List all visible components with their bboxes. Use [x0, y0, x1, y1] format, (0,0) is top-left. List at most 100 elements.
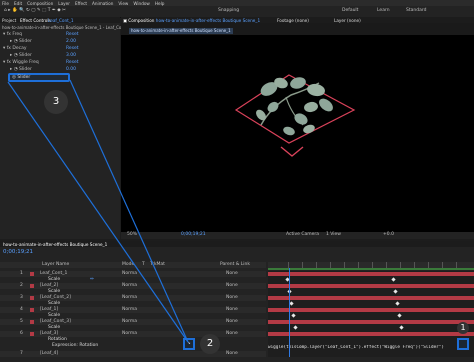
parent-dropdown[interactable]: None	[226, 295, 238, 301]
mode-dropdown[interactable]: Norma	[122, 331, 137, 337]
camera-dropdown[interactable]: Active Camera	[286, 232, 319, 238]
expression-editor[interactable]: wiggle(thisComp.layer("Leaf_Cont_1").eff…	[268, 345, 474, 353]
tab-layer[interactable]: Layer (none)	[334, 18, 361, 23]
pick-whip-button[interactable]: ↘	[183, 338, 195, 350]
comp-viewer[interactable]	[121, 35, 474, 232]
menu-effect[interactable]: Effect	[75, 1, 87, 6]
mode-dropdown[interactable]: Norma	[122, 271, 137, 277]
layer-name[interactable]: Leaf_Cont_1	[40, 271, 67, 277]
label-color[interactable]	[30, 296, 34, 300]
slider-row[interactable]: ▸ ◔ Slider	[10, 39, 32, 45]
tool-icons[interactable]: ⌂ ▸ ✋ 🔍 ↻ ▢ ✎ ⬚ T ✒ ◆ ✂	[4, 8, 66, 14]
menu-view[interactable]: View	[118, 1, 128, 6]
workspace-default[interactable]: Default	[342, 8, 358, 14]
menu-composition[interactable]: Composition	[27, 1, 53, 6]
menu-file[interactable]: File	[2, 1, 9, 6]
parent-dropdown[interactable]: None	[226, 283, 238, 289]
slider-value[interactable]: 3.00	[66, 53, 76, 59]
effect-row-freq[interactable]: ▾ fx Freq	[3, 32, 22, 38]
property-name[interactable]: Scale	[48, 325, 60, 331]
layer-name[interactable]: [Leaf_Cont_3]	[40, 319, 71, 325]
expression-row[interactable]: Expression: Rotation	[0, 343, 266, 349]
playhead[interactable]	[289, 268, 290, 357]
keyframe[interactable]	[393, 289, 398, 294]
layer-bar[interactable]	[268, 284, 474, 288]
column-parent[interactable]: Parent & Link	[220, 262, 250, 268]
keyframe[interactable]	[397, 313, 402, 318]
tab-composition[interactable]: ▣ Composition how-to-animate-in-after-ef…	[123, 18, 260, 23]
layer-bar[interactable]	[268, 320, 474, 324]
highlighted-slider-row[interactable]: ◎ Slider	[8, 73, 70, 82]
tab-timeline[interactable]: how-to-animate-in-after-effects Boutique…	[3, 242, 107, 247]
layer-name[interactable]: [Leaf_4]	[40, 351, 58, 357]
tab-effect-controls[interactable]: Effect Controls	[20, 18, 51, 23]
views-dropdown[interactable]: 1 View	[326, 232, 341, 238]
mode-dropdown[interactable]: Norma	[122, 307, 137, 313]
property-name[interactable]: Scale	[48, 277, 60, 283]
reset-button[interactable]: Reset	[66, 46, 79, 52]
slider-row[interactable]: ▸ ◔ Slider	[10, 53, 32, 59]
composition-subtab[interactable]: how-to-animate-in-after-effects Boutique…	[129, 28, 233, 34]
label-color[interactable]	[30, 308, 34, 312]
mode-dropdown[interactable]: Norma	[122, 319, 137, 325]
reset-button[interactable]: Reset	[66, 60, 79, 66]
property-name[interactable]: Rotation	[48, 337, 67, 343]
label-color[interactable]	[30, 332, 34, 336]
keyframe[interactable]	[293, 325, 298, 330]
exposure-value[interactable]: +0.0	[383, 232, 394, 238]
snapping-toggle[interactable]: Snapping	[218, 8, 239, 14]
property-name[interactable]: Scale	[48, 289, 60, 295]
parent-dropdown[interactable]: None	[226, 331, 238, 337]
reset-button[interactable]: Reset	[66, 32, 79, 38]
keyframe[interactable]	[395, 301, 400, 306]
column-mode[interactable]: Mode	[122, 262, 134, 268]
keyframe[interactable]	[289, 301, 294, 306]
keyframe[interactable]	[291, 313, 296, 318]
layer-bar[interactable]	[268, 332, 474, 336]
layer-name[interactable]: [Leaf_3]	[40, 331, 58, 337]
work-area-bar[interactable]	[268, 268, 474, 270]
layer-bar[interactable]	[268, 308, 474, 312]
menu-edit[interactable]: Edit	[14, 1, 22, 6]
label-color[interactable]	[30, 284, 34, 288]
keyframe[interactable]	[391, 277, 396, 282]
parent-dropdown[interactable]: None	[226, 307, 238, 313]
menu-window[interactable]: Window	[133, 1, 150, 6]
column-layer-name[interactable]: Layer Name	[42, 262, 69, 268]
highlighted-target[interactable]	[457, 338, 469, 350]
layer-name[interactable]: [Leaf_1]	[40, 307, 58, 313]
tab-project[interactable]: Project	[2, 18, 16, 23]
workspace-learn[interactable]: Learn	[377, 8, 390, 14]
label-color[interactable]	[30, 272, 34, 276]
effect-row-wiggle-freq[interactable]: ▾ fx Wiggle Freq	[3, 60, 39, 66]
effect-row-decay[interactable]: ▾ fx Decay	[3, 46, 27, 52]
label-color[interactable]	[30, 320, 34, 324]
slider-row[interactable]: ▸ ◔ Slider	[10, 67, 32, 73]
column-trkmat[interactable]: TrkMat	[150, 262, 165, 268]
parent-dropdown[interactable]: None	[226, 271, 238, 277]
layer-row[interactable]: 7 [Leaf_4] None	[0, 351, 266, 357]
column-t[interactable]: T	[142, 262, 145, 268]
workspace-standard[interactable]: Standard	[406, 8, 426, 14]
keyframe[interactable]	[399, 325, 404, 330]
slider-value[interactable]: 0.00	[66, 67, 76, 73]
menu-layer[interactable]: Layer	[58, 1, 70, 6]
parent-dropdown[interactable]: None	[226, 351, 238, 357]
tab-footage[interactable]: Footage (none)	[277, 18, 309, 23]
mode-dropdown[interactable]: Norma	[122, 295, 137, 301]
timeline-timecode[interactable]: 0;00;19;21	[3, 249, 33, 256]
viewer-timecode[interactable]: 0;00;19;21	[181, 232, 206, 238]
property-value[interactable]: ⇔	[90, 277, 94, 283]
menu-help[interactable]: Help	[155, 1, 165, 6]
parent-dropdown[interactable]: None	[226, 319, 238, 325]
slider-value[interactable]: 2.00	[66, 39, 76, 45]
layer-bar[interactable]	[268, 296, 474, 300]
mode-dropdown[interactable]: Norma	[122, 283, 137, 289]
property-name[interactable]: Scale	[48, 313, 60, 319]
effect-controls-layer[interactable]: Leaf_Cont_1	[48, 18, 74, 23]
magnification-dropdown[interactable]: 50%	[127, 232, 137, 238]
layer-name[interactable]: [Leaf_2]	[40, 283, 58, 289]
track-area[interactable]: wiggle(thisComp.layer("Leaf_Cont_1").eff…	[268, 271, 474, 357]
menu-animation[interactable]: Animation	[92, 1, 113, 6]
property-name[interactable]: Scale	[48, 301, 60, 307]
